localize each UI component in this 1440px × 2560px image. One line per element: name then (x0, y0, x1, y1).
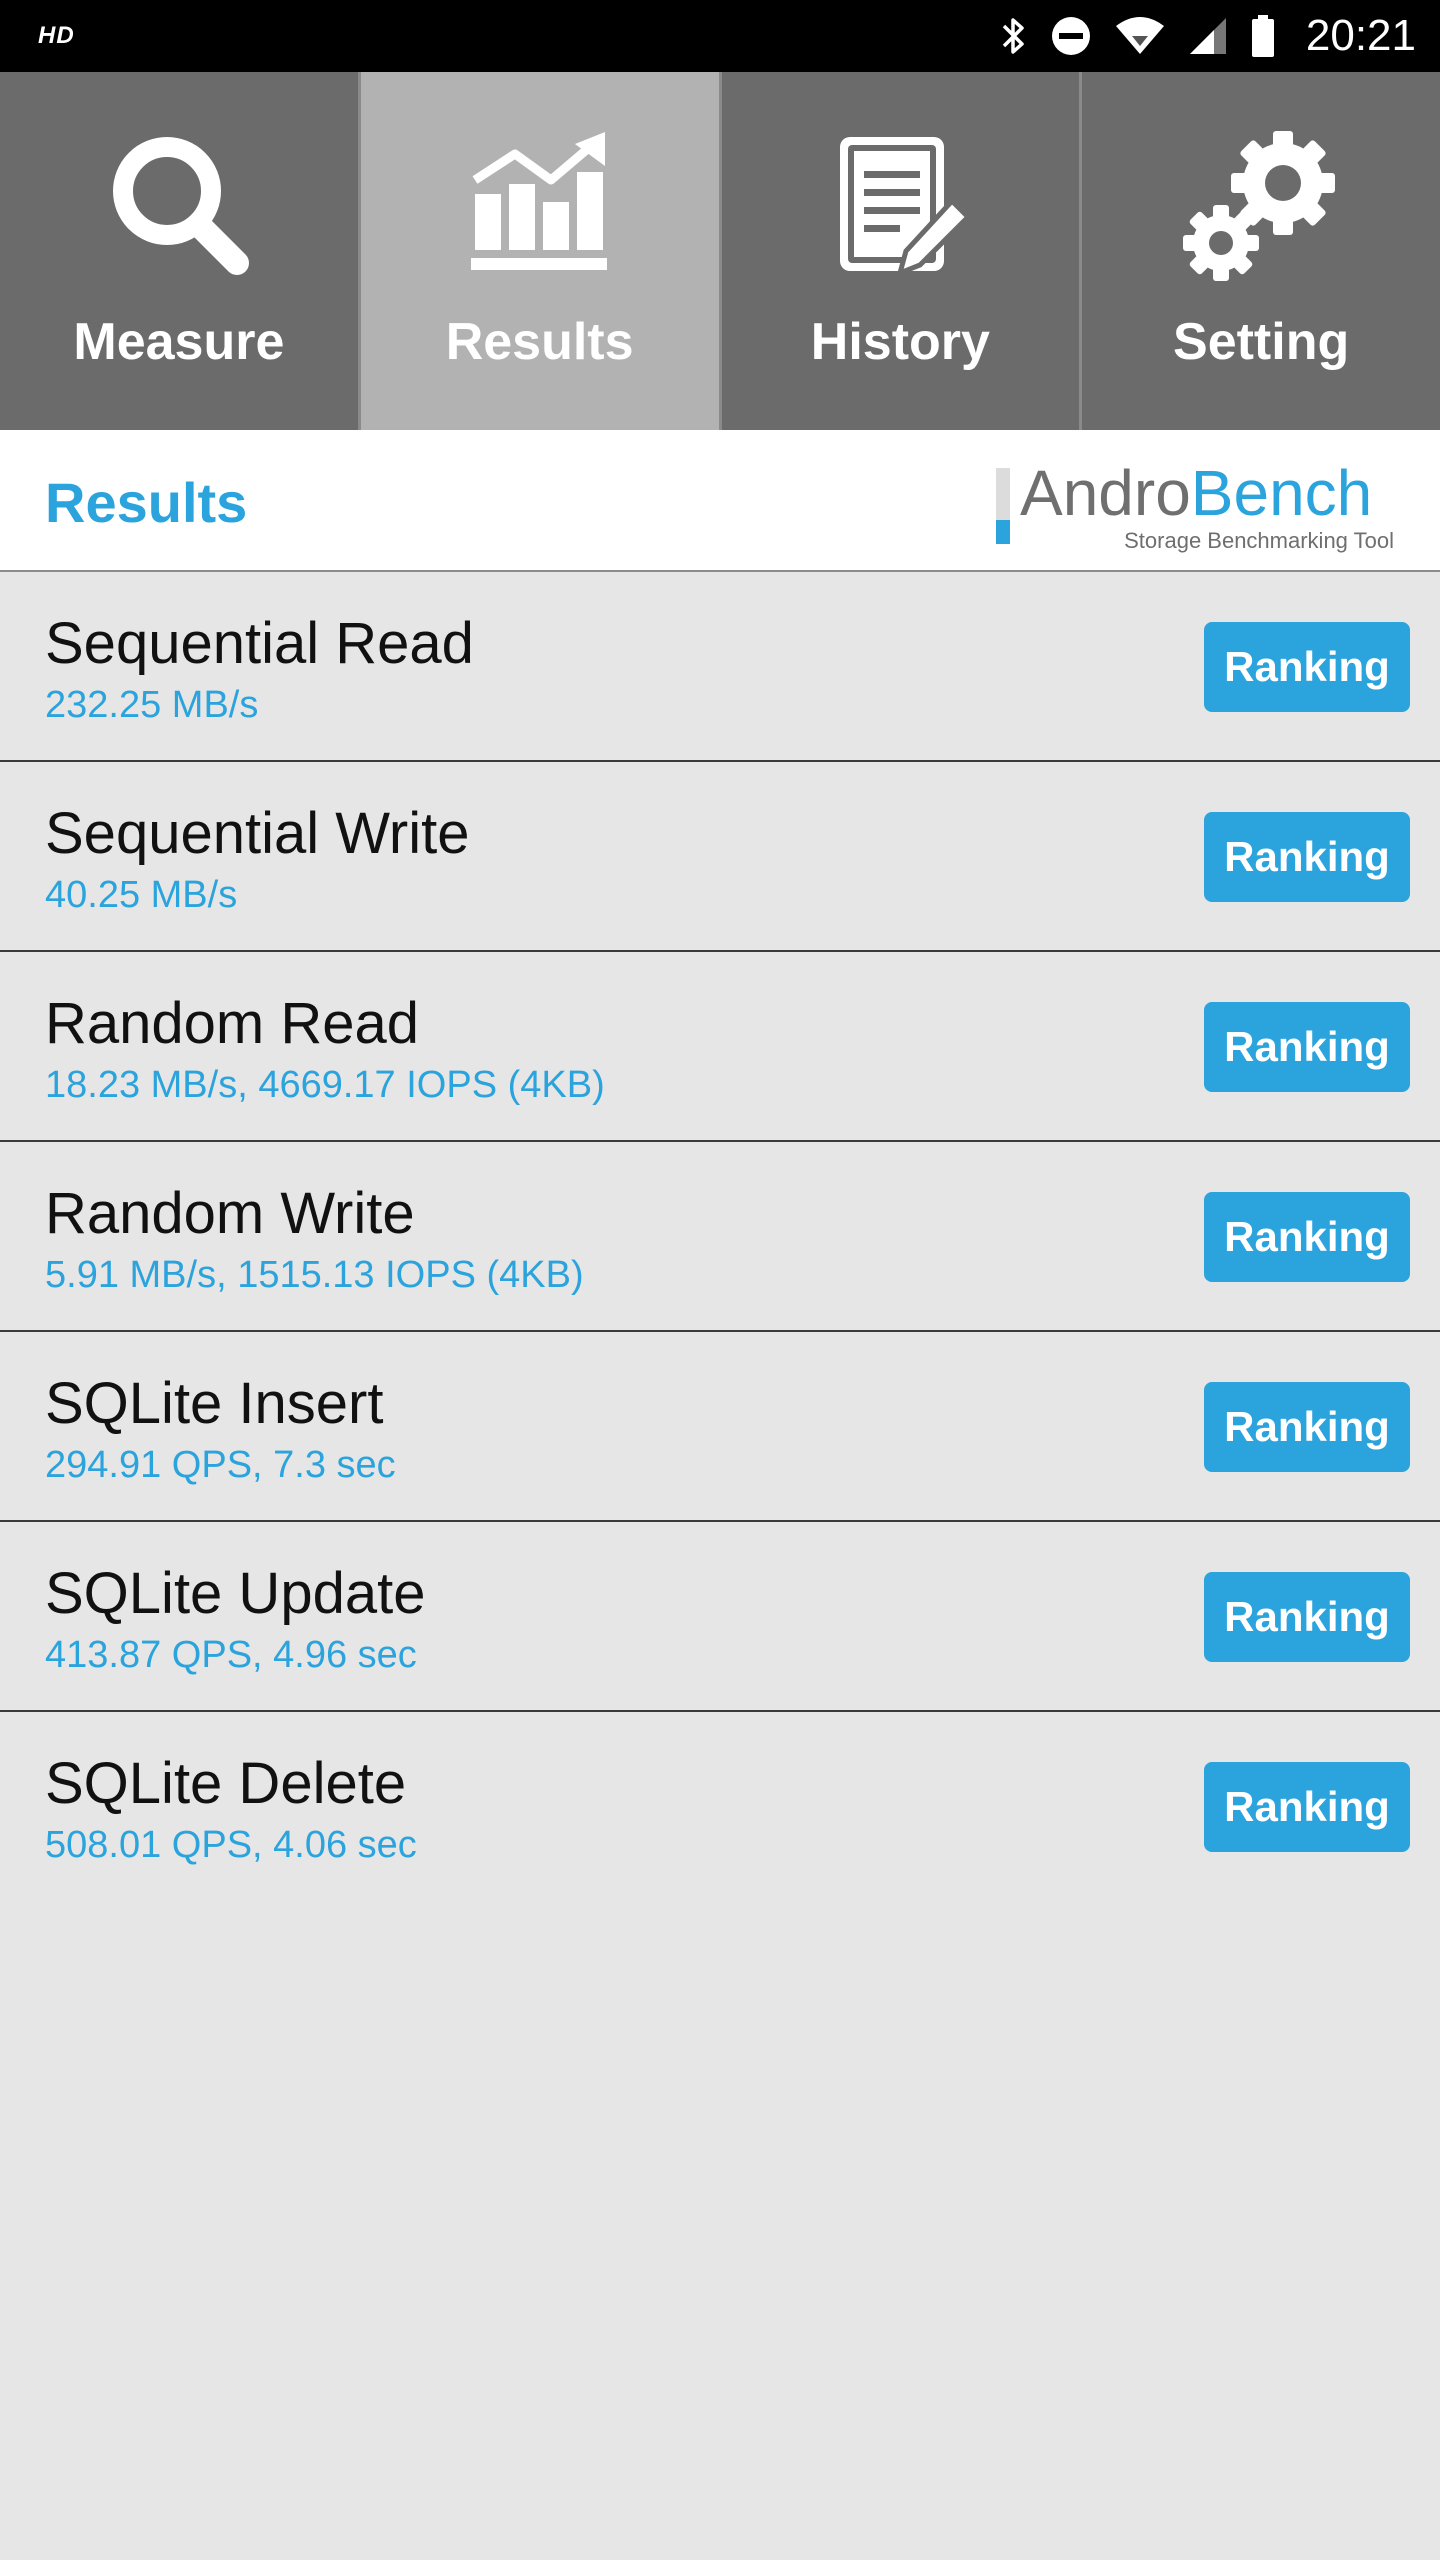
ranking-button[interactable]: Ranking (1204, 622, 1410, 712)
tab-label: Measure (73, 313, 285, 371)
androbench-logo: AndroBench Storage Benchmarking Tool (996, 458, 1396, 558)
result-name: Sequential Read (45, 611, 474, 676)
result-row-random-write: Random Write 5.91 MB/s, 1515.13 IOPS (4K… (0, 1142, 1440, 1332)
result-value: 18.23 MB/s, 4669.17 IOPS (4KB) (45, 1064, 605, 1106)
result-row-sqlite-delete: SQLite Delete 508.01 QPS, 4.06 sec Ranki… (0, 1712, 1440, 1902)
result-name: SQLite Delete (45, 1751, 407, 1816)
chart-trend-icon (450, 122, 630, 292)
result-value: 40.25 MB/s (45, 874, 238, 916)
ranking-button[interactable]: Ranking (1204, 812, 1410, 902)
tab-results[interactable]: Results (360, 72, 722, 430)
logo-wordmark: AndroBench (1020, 458, 1372, 528)
hd-indicator: HD (38, 22, 75, 49)
result-row-random-read: Random Read 18.23 MB/s, 4669.17 IOPS (4K… (0, 952, 1440, 1142)
result-name: Random Read (45, 991, 419, 1056)
result-row-sequential-write: Sequential Write 40.25 MB/s Ranking (0, 762, 1440, 952)
gears-icon (1171, 122, 1351, 292)
result-value: 232.25 MB/s (45, 684, 259, 726)
results-list: Sequential Read 232.25 MB/s Ranking Sequ… (0, 572, 1440, 1902)
result-value: 508.01 QPS, 4.06 sec (45, 1824, 417, 1866)
logo-subtitle: Storage Benchmarking Tool (1124, 528, 1394, 553)
result-value: 413.87 QPS, 4.96 sec (45, 1634, 417, 1676)
tab-label: History (810, 313, 990, 371)
tab-label: Results (445, 313, 634, 371)
tab-label: Setting (1173, 313, 1350, 371)
clock: 20:21 (1305, 11, 1416, 60)
result-value: 5.91 MB/s, 1515.13 IOPS (4KB) (45, 1254, 584, 1296)
ranking-button[interactable]: Ranking (1204, 1192, 1410, 1282)
bluetooth-icon (1002, 18, 1024, 54)
ranking-button[interactable]: Ranking (1204, 1762, 1410, 1852)
result-name: Sequential Write (45, 801, 470, 866)
tab-setting[interactable]: Setting (1082, 72, 1440, 430)
top-tab-bar: Measure Results History Setting (0, 72, 1440, 430)
logo-bar-blue (996, 520, 1010, 544)
magnifier-icon (89, 122, 269, 292)
page-title: Results (45, 471, 248, 534)
result-name: SQLite Update (45, 1561, 426, 1626)
result-value: 294.91 QPS, 7.3 sec (45, 1444, 396, 1486)
tab-measure[interactable]: Measure (0, 72, 361, 430)
result-row-sqlite-insert: SQLite Insert 294.91 QPS, 7.3 sec Rankin… (0, 1332, 1440, 1522)
do-not-disturb-icon (1051, 17, 1090, 55)
ranking-button[interactable]: Ranking (1204, 1572, 1410, 1662)
wifi-icon (1115, 17, 1164, 54)
battery-icon (1251, 15, 1274, 57)
status-icons: 20:21 (998, 0, 1416, 72)
logo-andro: Andro (1020, 457, 1191, 529)
ranking-button[interactable]: Ranking (1204, 1002, 1410, 1092)
document-pen-icon (810, 122, 990, 292)
result-name: SQLite Insert (45, 1371, 384, 1436)
logo-bar-grey (996, 468, 1010, 520)
results-header: Results AndroBench Storage Benchmarking … (0, 430, 1440, 572)
result-name: Random Write (45, 1181, 415, 1246)
result-row-sequential-read: Sequential Read 232.25 MB/s Ranking (0, 572, 1440, 762)
result-row-sqlite-update: SQLite Update 413.87 QPS, 4.96 sec Ranki… (0, 1522, 1440, 1712)
tab-history[interactable]: History (721, 72, 1083, 430)
cell-signal-icon (1189, 18, 1226, 54)
logo-bench: Bench (1190, 457, 1373, 529)
status-bar: HD 20:21 (0, 0, 1440, 72)
ranking-button[interactable]: Ranking (1204, 1382, 1410, 1472)
